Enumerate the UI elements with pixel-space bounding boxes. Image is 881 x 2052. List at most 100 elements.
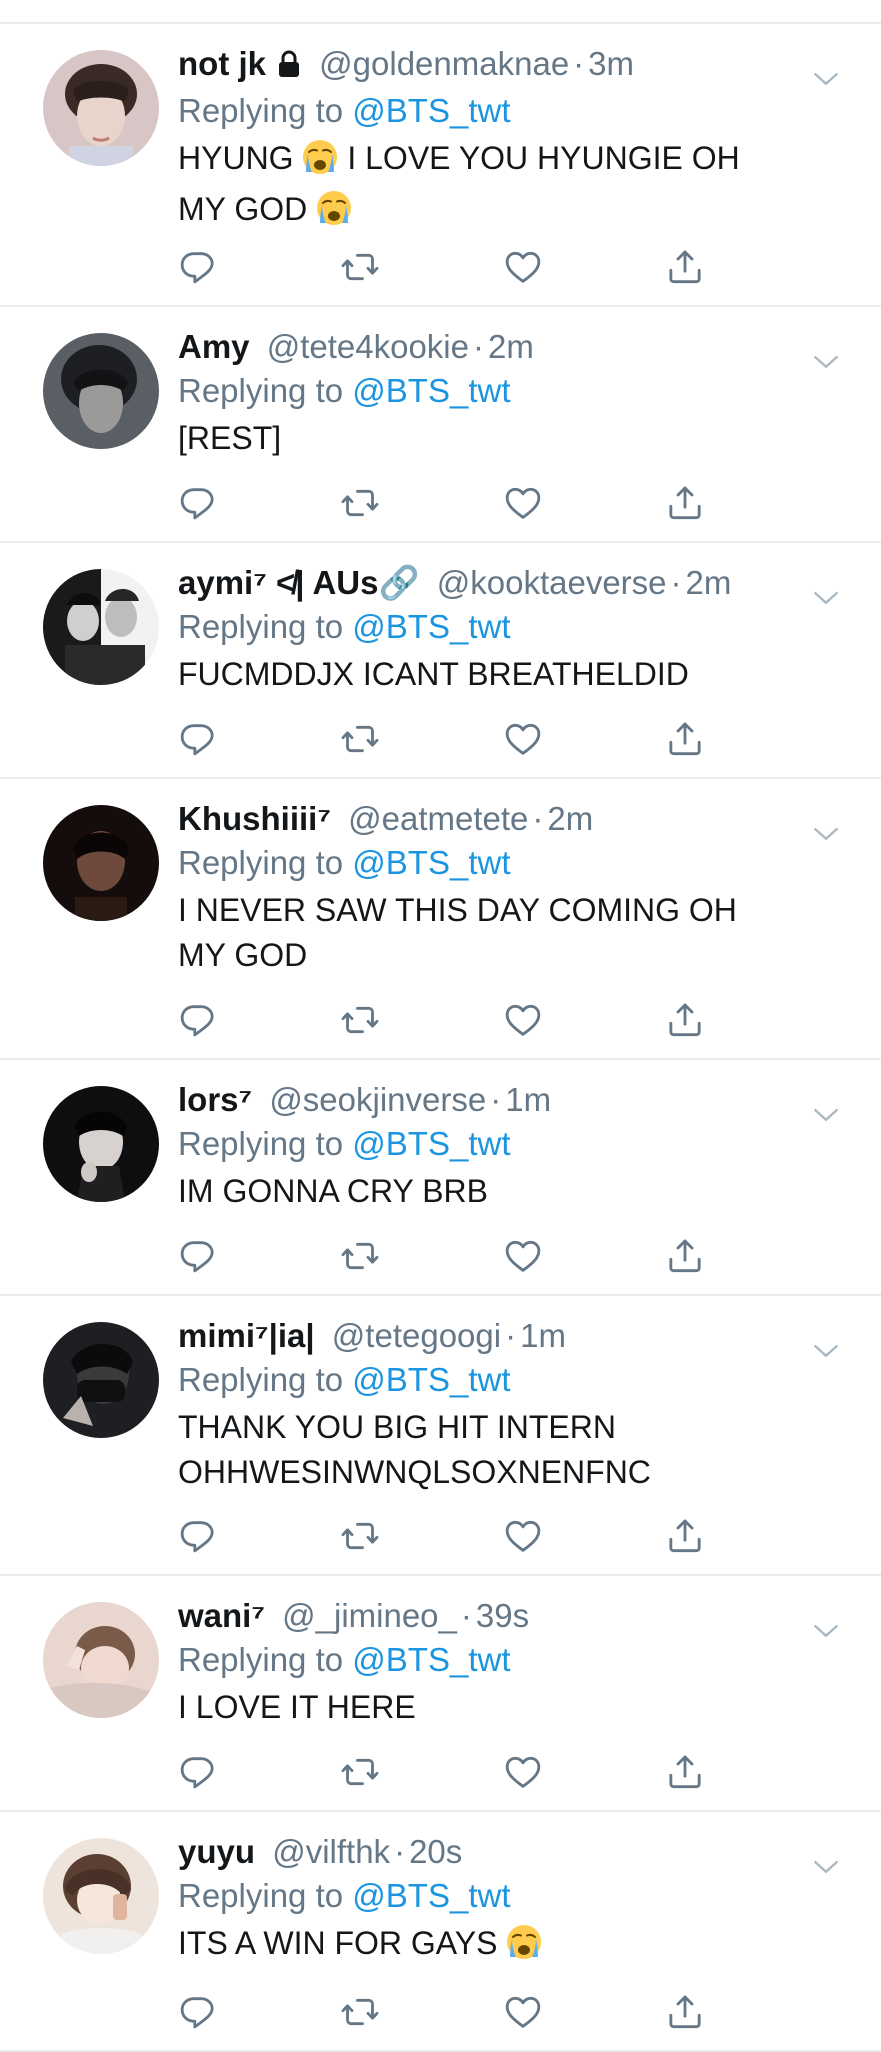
chevron-down-icon[interactable] bbox=[813, 355, 839, 375]
display-name[interactable]: aymi⁷ ≮| AUs🔗 bbox=[178, 564, 420, 601]
user-handle[interactable]: @vilfthk bbox=[272, 1833, 390, 1870]
avatar[interactable] bbox=[43, 569, 159, 685]
user-handle[interactable]: @goldenmaknae bbox=[319, 45, 569, 82]
display-name[interactable]: yuyu bbox=[178, 1833, 255, 1870]
like-icon[interactable] bbox=[503, 247, 543, 287]
reply-icon[interactable] bbox=[178, 1516, 218, 1556]
reply-icon[interactable] bbox=[178, 1752, 218, 1792]
chevron-down-icon[interactable] bbox=[813, 827, 839, 847]
like-icon[interactable] bbox=[503, 1000, 543, 1040]
chevron-down-icon[interactable] bbox=[813, 1624, 839, 1644]
separator-dot: · bbox=[473, 328, 484, 365]
mention-link[interactable]: @BTS_twt bbox=[352, 1641, 510, 1678]
chevron-down-icon[interactable] bbox=[813, 72, 839, 92]
timestamp[interactable]: 20s bbox=[409, 1833, 462, 1870]
user-handle[interactable]: @tete4kookie bbox=[267, 328, 469, 365]
sob-emoji-icon bbox=[302, 139, 338, 187]
separator-dot: · bbox=[394, 1833, 406, 1870]
mention-link[interactable]: @BTS_twt bbox=[352, 372, 510, 409]
like-icon[interactable] bbox=[503, 1992, 543, 2032]
mention-link[interactable]: @BTS_twt bbox=[352, 1125, 510, 1162]
replying-to: Replying to @BTS_twt bbox=[178, 89, 851, 133]
reply-icon[interactable] bbox=[178, 483, 218, 523]
retweet-icon[interactable] bbox=[340, 1236, 380, 1276]
mention-link[interactable]: @BTS_twt bbox=[352, 844, 510, 881]
mention-link[interactable]: @BTS_twt bbox=[352, 92, 510, 129]
display-name[interactable]: Amy bbox=[178, 328, 250, 365]
retweet-icon[interactable] bbox=[340, 483, 380, 523]
avatar[interactable] bbox=[43, 1838, 159, 1954]
reply-icon[interactable] bbox=[178, 1992, 218, 2032]
timestamp[interactable]: 39s bbox=[476, 1597, 529, 1634]
retweet-icon[interactable] bbox=[340, 1000, 380, 1040]
reply-tweet[interactable]: Khushiiii⁷ @eatmetete · 2m Replying to @BT… bbox=[0, 779, 881, 1060]
like-icon[interactable] bbox=[503, 1516, 543, 1556]
reply-tweet[interactable]: Amy @tete4kookie · 2m Replying to @BTS_twt… bbox=[0, 307, 881, 543]
reply-tweet[interactable]: yuyu @vilfthk · 20s Replying to @BTS_twt I… bbox=[0, 1812, 881, 2052]
retweet-icon[interactable] bbox=[340, 1992, 380, 2032]
chevron-down-icon[interactable] bbox=[813, 1108, 839, 1128]
avatar[interactable] bbox=[43, 333, 159, 449]
timestamp[interactable]: 1m bbox=[520, 1317, 566, 1354]
reply-icon[interactable] bbox=[178, 719, 218, 759]
like-icon[interactable] bbox=[503, 719, 543, 759]
replying-to: Replying to @BTS_twt bbox=[178, 841, 851, 885]
user-handle[interactable]: @seokjinverse bbox=[269, 1081, 486, 1118]
display-name[interactable]: not jk bbox=[178, 45, 266, 82]
like-icon[interactable] bbox=[503, 1752, 543, 1792]
retweet-icon[interactable] bbox=[340, 247, 380, 287]
retweet-icon[interactable] bbox=[340, 1752, 380, 1792]
share-icon[interactable] bbox=[665, 1992, 705, 2032]
reply-tweet[interactable]: not jk @goldenmaknae · 3m Replying to @BTS… bbox=[0, 24, 881, 307]
share-icon[interactable] bbox=[665, 1000, 705, 1040]
user-handle[interactable]: @tetegoogi bbox=[332, 1317, 501, 1354]
display-name[interactable]: Khushiiii⁷ bbox=[178, 800, 331, 837]
avatar[interactable] bbox=[43, 50, 159, 166]
display-name[interactable]: mimi⁷|ia| bbox=[178, 1317, 315, 1354]
tweet-text: I LOVE IT HERE bbox=[178, 1689, 416, 1725]
user-handle[interactable]: @kooktaeverse bbox=[437, 564, 667, 601]
mention-link[interactable]: @BTS_twt bbox=[352, 608, 510, 645]
sob-emoji-icon bbox=[316, 190, 352, 238]
share-icon[interactable] bbox=[665, 247, 705, 287]
avatar[interactable] bbox=[43, 1602, 159, 1718]
separator-dot: · bbox=[573, 45, 585, 82]
mention-link[interactable]: @BTS_twt bbox=[352, 1877, 510, 1914]
share-icon[interactable] bbox=[665, 1236, 705, 1276]
retweet-icon[interactable] bbox=[340, 719, 380, 759]
reply-tweet[interactable]: aymi⁷ ≮| AUs🔗 @kooktaeverse · 2m Replying … bbox=[0, 543, 881, 779]
user-handle[interactable]: @eatmetete bbox=[348, 800, 528, 837]
reply-tweet[interactable]: lors⁷ @seokjinverse · 1m Replying to @BTS_… bbox=[0, 1060, 881, 1296]
reply-tweet[interactable]: mimi⁷|ia| @tetegoogi · 1m Replying to @BTS… bbox=[0, 1296, 881, 1576]
like-icon[interactable] bbox=[503, 1236, 543, 1276]
chevron-down-icon[interactable] bbox=[813, 1344, 839, 1364]
avatar[interactable] bbox=[43, 805, 159, 921]
chevron-down-icon[interactable] bbox=[813, 1860, 839, 1880]
chevron-down-icon[interactable] bbox=[813, 591, 839, 611]
reply-tweet[interactable]: wani⁷ @_jimineo_ · 39s Replying to @BTS_tw… bbox=[0, 1576, 881, 1812]
replying-to-label: Replying to bbox=[178, 1641, 344, 1678]
reply-icon[interactable] bbox=[178, 1236, 218, 1276]
user-handle[interactable]: @_jimineo_ bbox=[282, 1597, 457, 1634]
reply-icon[interactable] bbox=[178, 247, 218, 287]
separator-dot: · bbox=[460, 1597, 472, 1634]
display-name[interactable]: lors⁷ bbox=[178, 1081, 252, 1118]
share-icon[interactable] bbox=[665, 1516, 705, 1556]
timestamp[interactable]: 2m bbox=[686, 564, 732, 601]
reply-icon[interactable] bbox=[178, 1000, 218, 1040]
share-icon[interactable] bbox=[665, 719, 705, 759]
replying-to-label: Replying to bbox=[178, 844, 344, 881]
mention-link[interactable]: @BTS_twt bbox=[352, 1361, 510, 1398]
share-icon[interactable] bbox=[665, 1752, 705, 1792]
retweet-icon[interactable] bbox=[340, 1516, 380, 1556]
display-name[interactable]: wani⁷ bbox=[178, 1597, 265, 1634]
avatar[interactable] bbox=[43, 1086, 159, 1202]
timestamp[interactable]: 3m bbox=[588, 45, 634, 82]
timestamp[interactable]: 1m bbox=[505, 1081, 551, 1118]
replying-to-label: Replying to bbox=[178, 1361, 344, 1398]
timestamp[interactable]: 2m bbox=[547, 800, 593, 837]
like-icon[interactable] bbox=[503, 483, 543, 523]
avatar[interactable] bbox=[43, 1322, 159, 1438]
timestamp[interactable]: 2m bbox=[488, 328, 534, 365]
share-icon[interactable] bbox=[665, 483, 705, 523]
